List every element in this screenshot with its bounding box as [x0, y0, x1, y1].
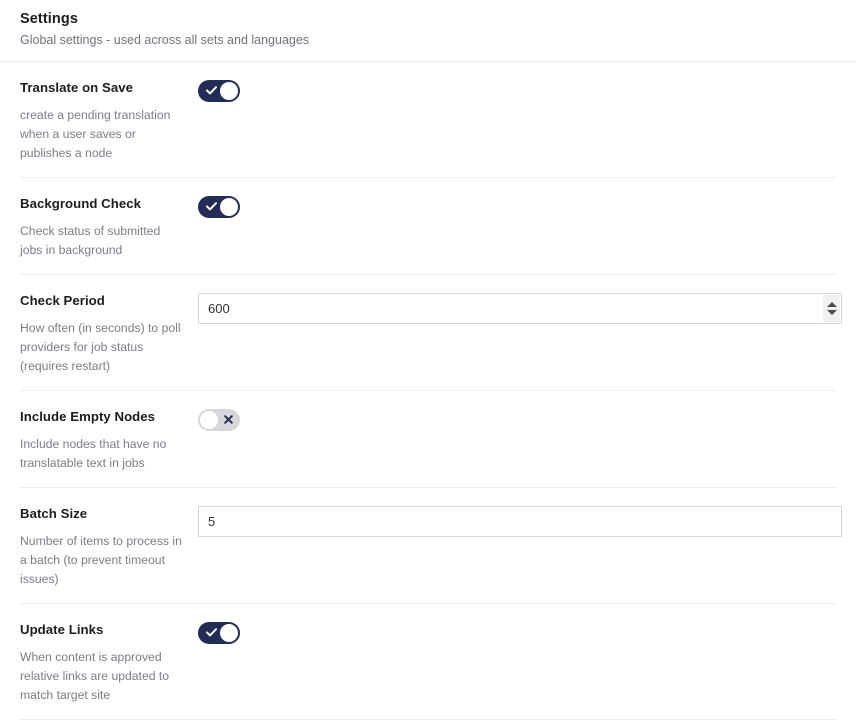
toggle-knob: [200, 411, 218, 429]
toggle-translate-on-save[interactable]: [198, 80, 240, 102]
setting-label-col: Batch Size Number of items to process in…: [20, 505, 198, 589]
check-icon: [201, 196, 221, 218]
setting-description: How often (in seconds) to poll providers…: [20, 321, 181, 373]
toggle-update-links[interactable]: [198, 622, 240, 644]
setting-label: Background Check: [20, 196, 141, 211]
setting-description: Check status of submitted jobs in backgr…: [20, 224, 161, 257]
setting-description: Number of items to process in a batch (t…: [20, 534, 182, 586]
check-icon: [201, 622, 221, 644]
setting-label-col: Background Check Check status of submitt…: [20, 195, 198, 260]
spinner-down-arrow[interactable]: [826, 310, 837, 315]
settings-page: Settings Global settings - used across a…: [0, 0, 856, 720]
setting-row-update-links: Update Links When content is approved re…: [20, 604, 836, 720]
setting-label: Batch Size: [20, 506, 88, 521]
setting-label: Include Empty Nodes: [20, 409, 156, 424]
toggle-knob: [220, 82, 238, 100]
check-period-input[interactable]: [198, 293, 842, 324]
setting-control-col: [198, 621, 836, 644]
toggle-knob: [220, 198, 238, 216]
batch-size-input[interactable]: [198, 506, 842, 537]
page-title: Settings: [20, 11, 78, 27]
setting-label-col: Update Links When content is approved re…: [20, 621, 198, 705]
toggle-include-empty-nodes[interactable]: [198, 409, 240, 431]
setting-row-background-check: Background Check Check status of submitt…: [20, 178, 836, 275]
setting-description: When content is approved relative links …: [20, 650, 170, 702]
setting-control-col: [198, 408, 836, 431]
check-icon: [201, 80, 221, 102]
spinner-icon[interactable]: [823, 295, 840, 322]
setting-label: Translate on Save: [20, 80, 133, 95]
setting-row-translate-on-save: Translate on Save create a pending trans…: [20, 62, 836, 178]
check-period-field-wrap: [198, 293, 842, 324]
settings-header: Settings Global settings - used across a…: [0, 0, 856, 62]
setting-label: Check Period: [20, 293, 105, 308]
setting-control-col: [198, 79, 836, 102]
setting-label: Update Links: [20, 622, 104, 637]
toggle-background-check[interactable]: [198, 196, 240, 218]
spinner-up-arrow[interactable]: [826, 302, 837, 307]
setting-row-include-empty-nodes: Include Empty Nodes Include nodes that h…: [20, 391, 836, 488]
setting-label-col: Check Period How often (in seconds) to p…: [20, 292, 198, 376]
setting-label-col: Translate on Save create a pending trans…: [20, 79, 198, 163]
close-icon: [218, 409, 238, 431]
toggle-knob: [220, 624, 238, 642]
setting-control-col: [198, 505, 842, 537]
setting-description: create a pending translation when a user…: [20, 108, 171, 160]
setting-description: Include nodes that have no translatable …: [20, 437, 167, 470]
setting-label-col: Include Empty Nodes Include nodes that h…: [20, 408, 198, 473]
setting-row-batch-size: Batch Size Number of items to process in…: [20, 488, 842, 604]
setting-control-col: [198, 195, 836, 218]
page-subtitle: Global settings - used across all sets a…: [20, 33, 310, 47]
settings-list: Translate on Save create a pending trans…: [0, 62, 856, 720]
setting-row-check-period: Check Period How often (in seconds) to p…: [20, 275, 842, 391]
setting-control-col: [198, 292, 842, 324]
